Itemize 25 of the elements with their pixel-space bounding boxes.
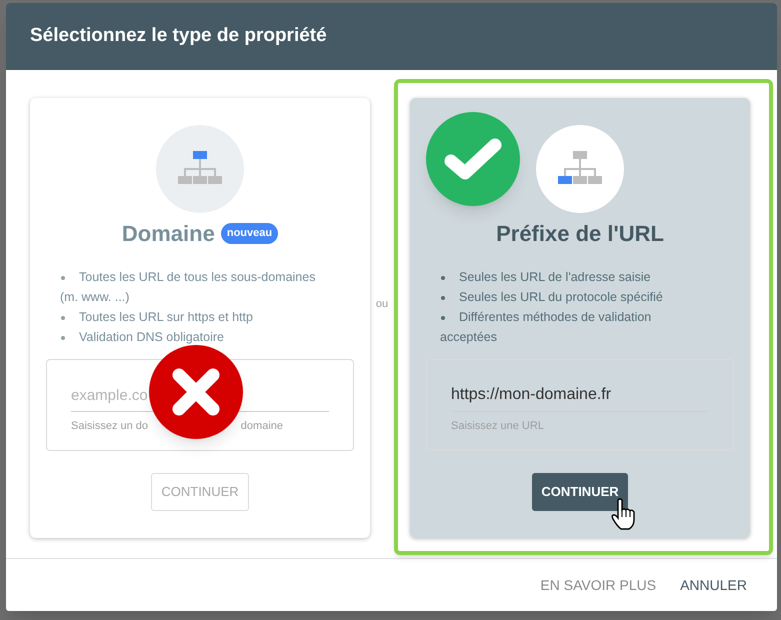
bullet-item: Seules les URL du protocole spécifié — [440, 287, 704, 307]
footer-button[interactable]: ANNULER — [674, 568, 753, 602]
bullet-item: Toutes les URL de tous les sous-domaines (m. www. ...) — [60, 269, 316, 306]
option-title: Domaine — [122, 220, 215, 248]
sitemap-icon — [178, 151, 222, 187]
input-placeholder: example.co — [71, 386, 148, 406]
hand-cursor-icon — [610, 498, 636, 530]
bullet-item: Seules les URL de l'adresse saisie — [440, 267, 704, 287]
continue-button[interactable]: CONTINUER — [532, 473, 628, 511]
option-card[interactable]: Préfixe de l'URL Seules les URL de l'adresse saisie Seules les URL du protocole spécifié Différentes méthodes de validation acceptées https://mon-domaine.fr Saisissez une URL CONTINUER — [410, 98, 750, 538]
bullet-item: Toutes les URL sur https et http — [60, 307, 324, 327]
option-title: Préfixe de l'URL — [496, 220, 664, 248]
or-separator: ou — [376, 297, 388, 312]
bullet-item: Validation DNS obligatoire — [60, 327, 324, 347]
new-badge: nouveau — [220, 223, 278, 244]
url-input-box[interactable]: https://mon-domaine.fr Saisissez une URL — [426, 359, 734, 451]
bullet-item: Différentes méthodes de validation acceptées — [440, 309, 652, 346]
checkmark-icon — [443, 137, 503, 181]
helper-text: Saisissez un do — [71, 419, 148, 434]
input-value: https://mon-domaine.fr — [451, 385, 612, 405]
helper-text: Saisissez une URL — [451, 419, 544, 434]
cross-icon — [171, 367, 221, 417]
sitemap-icon — [558, 151, 602, 187]
dialog-title: Sélectionnez le type de propriété — [30, 24, 327, 48]
helper-text: domaine — [240, 419, 283, 434]
